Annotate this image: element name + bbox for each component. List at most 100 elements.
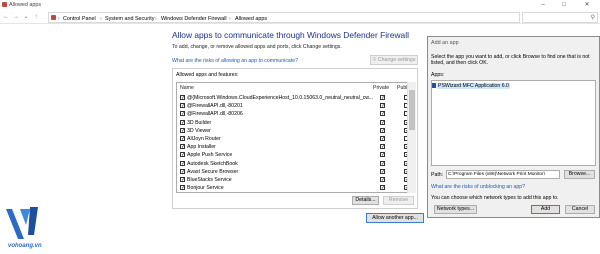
cancel-button[interactable]: Cancel [565, 205, 595, 214]
page-subtext: To add, change, or remove allowed apps a… [172, 44, 342, 50]
forward-arrow-icon[interactable]: → [12, 13, 20, 21]
private-checkbox[interactable]: ✓ [380, 185, 385, 191]
row-checkbox[interactable]: ✓ [180, 136, 185, 142]
table-row[interactable]: ✓Bonjour Service✓✓ [179, 184, 415, 192]
row-checkbox[interactable]: ✓ [180, 111, 185, 117]
back-arrow-icon[interactable]: ← [2, 13, 10, 21]
column-header-name[interactable]: Name [180, 85, 194, 91]
row-app-name: Autodesk SketchBook [187, 160, 238, 167]
row-checkbox[interactable]: ✓ [180, 127, 185, 133]
row-app-name: Avast Secure Browser [187, 168, 239, 175]
address-bar: ← → ⌄ ↑ › Control Panel › System and Sec… [0, 11, 600, 24]
scrollbar-thumb[interactable] [409, 90, 415, 130]
private-checkbox[interactable]: ✓ [380, 160, 385, 166]
private-checkbox[interactable]: ✓ [380, 95, 385, 101]
browse-button[interactable]: Browse... [564, 170, 595, 179]
path-field[interactable]: C:\Program Files (x86)\Network Print Mon… [446, 170, 560, 179]
row-checkbox[interactable]: ✓ [180, 185, 185, 191]
dialog-apps-label: Apps: [431, 72, 445, 78]
table-row[interactable]: ✓ @FirewallAPI.dll,-80201 ✓ [179, 102, 415, 110]
column-header-private[interactable]: Private [373, 85, 389, 91]
table-row[interactable]: ✓ AllJoyn Router ✓ [179, 135, 415, 143]
private-checkbox[interactable]: ✓ [380, 168, 385, 174]
maximize-icon[interactable]: □ [557, 0, 571, 10]
window-title: Allowed apps [9, 2, 42, 8]
breadcrumb-allowed-apps[interactable]: Allowed apps [235, 16, 267, 22]
breadcrumb-separator-icon: › [100, 16, 102, 22]
row-app-name: App Installer [187, 144, 216, 151]
details-button[interactable]: Details... [352, 196, 379, 205]
control-panel-icon [51, 15, 56, 20]
search-icon: ⚲ [590, 15, 595, 21]
shield-icon: ⛨ [372, 57, 377, 63]
close-icon[interactable]: ✕ [580, 0, 594, 10]
vohoang-logo-icon [6, 207, 38, 239]
private-checkbox[interactable]: ✓ [380, 177, 385, 183]
address-box[interactable]: › Control Panel › System and Security › … [48, 12, 520, 23]
unblock-risks-link[interactable]: What are the risks of unblocking an app? [431, 184, 525, 190]
table-row[interactable]: ✓3D Builder✓✓ [179, 119, 415, 127]
row-checkbox[interactable]: ✓ [180, 168, 185, 174]
table-row[interactable]: ✓Avast Secure Browser✓✓ [179, 168, 415, 176]
list-scrollbar[interactable] [407, 82, 416, 193]
row-app-name: @FirewallAPI.dll,-80201 [187, 103, 243, 110]
row-app-name: 3D Viewer [187, 127, 211, 134]
change-settings-label: Change settings [377, 57, 416, 63]
search-input[interactable]: ⚲ [522, 12, 598, 23]
row-checkbox[interactable]: ✓ [180, 177, 185, 183]
row-app-name: Apple Push Service [187, 152, 233, 159]
firewall-app-icon [2, 2, 7, 7]
allowed-apps-list[interactable]: Name Private Public ✓ @{Microsoft.Windows… [176, 82, 416, 193]
private-checkbox[interactable]: ✓ [380, 103, 385, 109]
dialog-selected-app[interactable]: PSWizard MFC Application 6.0 [437, 83, 510, 89]
title-bar: Allowed apps – □ ✕ [0, 0, 600, 10]
row-app-name: 3D Builder [187, 119, 212, 126]
private-checkbox[interactable]: ✓ [380, 127, 385, 133]
table-row[interactable]: ✓App Installer✓✓ [179, 143, 415, 151]
add-button[interactable]: Add [531, 205, 560, 214]
row-app-name: @{Microsoft.Windows.CloudExperienceHost_… [187, 95, 373, 101]
private-checkbox[interactable]: ✓ [380, 111, 385, 117]
breadcrumb-control-panel[interactable]: Control Panel [63, 16, 96, 22]
breadcrumb-firewall[interactable]: Windows Defender Firewall [161, 16, 227, 22]
row-checkbox[interactable]: ✓ [180, 160, 185, 166]
row-checkbox[interactable]: ✓ [180, 152, 185, 158]
recent-locations-icon[interactable]: ⌄ [22, 13, 30, 21]
breadcrumb-separator-icon: › [229, 16, 231, 22]
row-checkbox[interactable]: ✓ [180, 119, 185, 125]
private-checkbox[interactable]: ✓ [380, 152, 385, 158]
allowed-apps-label: Allowed apps and features: [176, 72, 239, 78]
network-types-button[interactable]: Network types... [434, 205, 477, 214]
row-app-name: Bonjour Service [187, 185, 224, 192]
row-checkbox[interactable]: ✓ [180, 95, 185, 101]
network-types-text: You can choose which network types to ad… [431, 195, 559, 201]
watermark-text: vohoang.vn [8, 243, 42, 249]
row-app-name: @FirewallAPI.dll,-80206 [187, 111, 243, 118]
breadcrumb-separator-icon: › [58, 16, 60, 22]
row-checkbox[interactable]: ✓ [180, 144, 185, 150]
allow-another-app-button[interactable]: Allow another app... [366, 213, 424, 223]
minimize-icon[interactable]: – [536, 0, 550, 10]
dialog-apps-list[interactable] [431, 80, 596, 166]
row-app-name: AllJoyn Router [187, 136, 221, 142]
private-checkbox[interactable]: ✓ [380, 144, 385, 150]
breadcrumb-system-security[interactable]: System and Security [105, 16, 154, 22]
risks-link[interactable]: What are the risks of allowing an app to… [172, 58, 298, 64]
change-settings-button[interactable]: ⛨ Change settings [370, 55, 418, 65]
dialog-title: Add an app [431, 40, 459, 46]
private-checkbox[interactable]: ✓ [380, 119, 385, 125]
row-app-name: BlueStacks Service [187, 177, 232, 183]
table-row[interactable]: ✓3D Viewer✓✓ [179, 127, 415, 135]
up-arrow-icon[interactable]: ↑ [32, 13, 40, 21]
private-checkbox[interactable]: ✓ [380, 136, 385, 142]
breadcrumb-separator-icon: › [155, 16, 157, 22]
page-heading: Allow apps to communicate through Window… [172, 30, 409, 40]
remove-button[interactable]: Remove [383, 196, 414, 205]
table-row[interactable]: ✓ @FirewallAPI.dll,-80206 ✓ [179, 110, 415, 118]
table-row[interactable]: ✓ @{Microsoft.Windows.CloudExperienceHost… [179, 94, 415, 102]
row-checkbox[interactable]: ✓ [180, 103, 185, 109]
table-row[interactable]: ✓Apple Push Service✓✓ [179, 151, 415, 159]
dialog-description: Select the app you want to add, or click… [431, 54, 590, 67]
table-row[interactable]: ✓Autodesk SketchBook✓✓ [179, 160, 415, 168]
table-row[interactable]: ✓BlueStacks Service✓✓ [179, 176, 415, 184]
